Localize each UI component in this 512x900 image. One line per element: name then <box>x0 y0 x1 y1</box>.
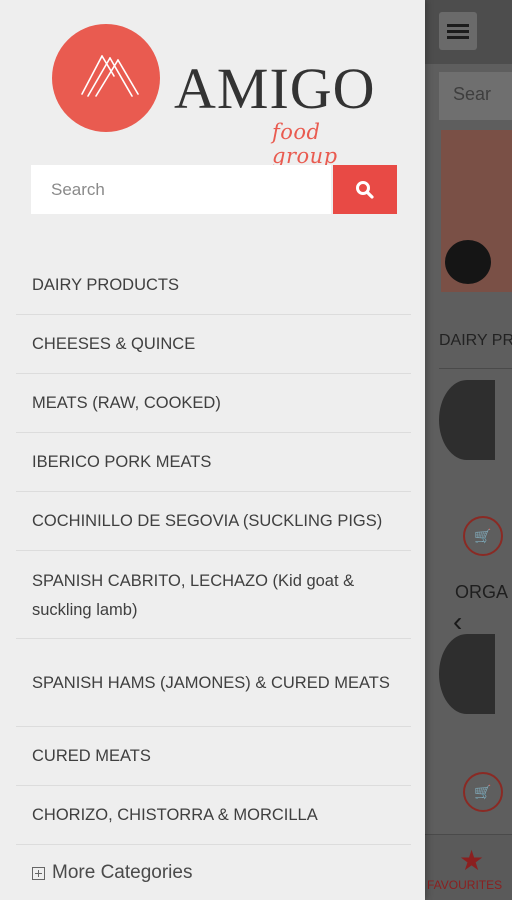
navigation-drawer: AMIGO food group DAIRY PRODUCTS CHEESES … <box>0 0 425 900</box>
plus-square-icon <box>32 866 45 880</box>
background-divider <box>439 368 512 369</box>
category-item-cabrito-lechazo[interactable]: SPANISH CABRITO, LECHAZO (Kid goat & suc… <box>16 551 411 639</box>
category-item-cheeses-quince[interactable]: CHEESES & QUINCE <box>16 315 411 374</box>
category-item-spanish-hams[interactable]: SPANISH HAMS (JAMONES) & CURED MEATS <box>16 639 411 727</box>
category-item-dairy-products[interactable]: DAIRY PRODUCTS <box>16 256 411 315</box>
category-item-cochinillo[interactable]: COCHINILLO DE SEGOVIA (SUCKLING PIGS) <box>16 492 411 551</box>
chevron-left-icon: ‹ <box>453 606 463 637</box>
more-categories-link[interactable]: More Categories <box>32 862 192 884</box>
more-categories-label: More Categories <box>52 862 193 883</box>
star-icon: ★ <box>459 845 485 876</box>
background-section-title: DAIRY PR <box>439 332 512 349</box>
background-product-image <box>439 380 495 460</box>
cart-icon: 🛒 <box>463 516 503 556</box>
category-item-iberico-pork[interactable]: IBERICO PORK MEATS <box>16 433 411 492</box>
brand-logo: AMIGO food group <box>50 22 390 168</box>
search-bar <box>31 165 397 214</box>
category-list: DAIRY PRODUCTS CHEESES & QUINCE MEATS (R… <box>16 256 411 845</box>
category-item-cured-meats[interactable]: CURED MEATS <box>16 727 411 786</box>
search-input[interactable] <box>31 165 331 214</box>
background-product-image-2 <box>439 634 495 714</box>
logo-emblem <box>52 24 160 132</box>
background-search-text: Sear <box>453 84 492 104</box>
hamburger-icon[interactable] <box>439 12 477 50</box>
category-item-meats[interactable]: MEATS (RAW, COOKED) <box>16 374 411 433</box>
background-app: Sear DAIRY PR 🛒 ORGA ‹ 🛒 ★ FAVOURITES <box>425 0 512 900</box>
cart-icon-2: 🛒 <box>463 772 503 812</box>
background-section-title-2: ORGA <box>455 582 509 602</box>
category-item-chorizo[interactable]: CHORIZO, CHISTORRA & MORCILLA <box>16 786 411 845</box>
favourites-label: FAVOURITES <box>427 878 503 892</box>
brand-name: AMIGO <box>174 56 376 121</box>
brand-tagline: food group <box>272 120 338 168</box>
background-banner-logo <box>445 240 491 284</box>
search-button[interactable] <box>333 165 397 214</box>
search-icon <box>356 181 374 199</box>
